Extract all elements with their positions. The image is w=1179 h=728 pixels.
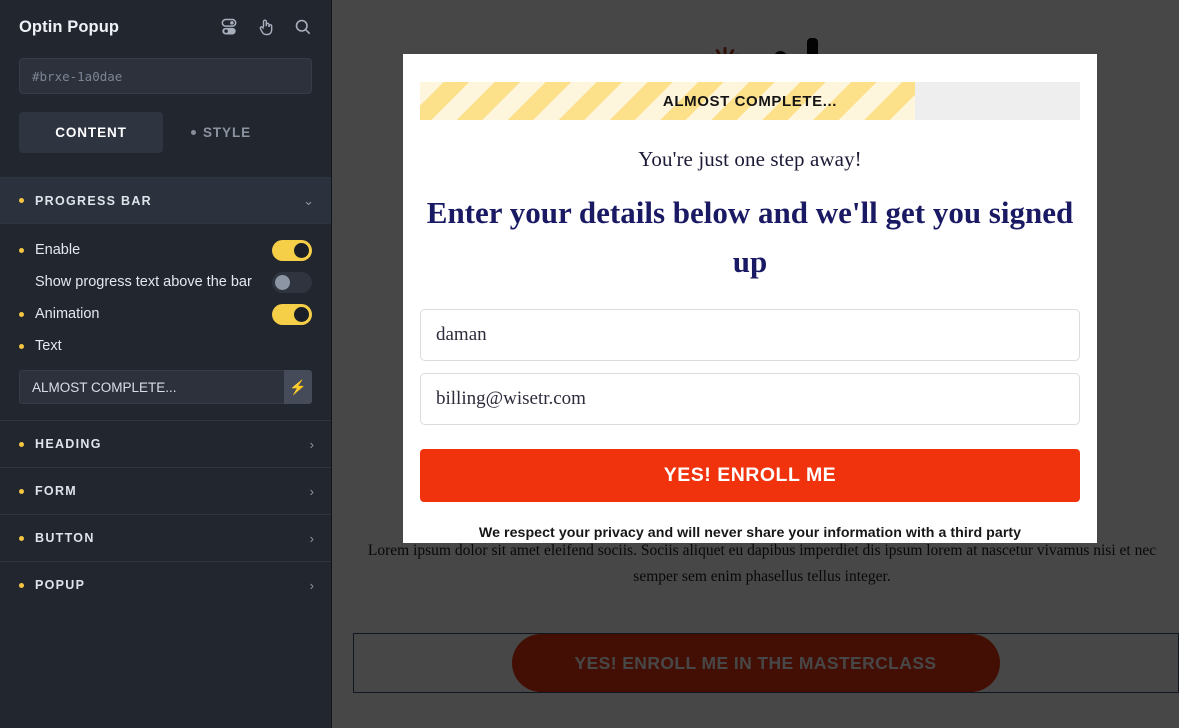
privacy-note: We respect your privacy and will never s… [478, 525, 1022, 541]
toggle-animation[interactable] [272, 303, 312, 325]
control-label-animation: Animation [35, 306, 100, 322]
settings-sidebar: Optin Popup #brxe-1a0dae CONTENT STYLE P… [0, 0, 332, 728]
section-label-button: BUTTON [35, 531, 95, 545]
section-label-heading: HEADING [35, 437, 102, 451]
section-dot-form [19, 488, 24, 494]
popup-inner: ALMOST COMPLETE... You're just one step … [403, 54, 1097, 541]
control-label-enable: Enable [35, 242, 81, 258]
section-dot-popup [19, 582, 24, 588]
name-input[interactable]: daman [420, 309, 1080, 361]
section-dot-button [19, 535, 24, 541]
tab-style[interactable]: STYLE [163, 112, 251, 153]
progress-bar-text: ALMOST COMPLETE... [662, 92, 838, 110]
control-dot-text [19, 343, 24, 349]
section-label-progress-bar: PROGRESS BAR [35, 193, 153, 208]
toggle-knob [294, 242, 309, 258]
panel-tabs: CONTENT STYLE [0, 94, 331, 153]
toggle-show-progress-text[interactable] [272, 271, 312, 293]
tab-style-label: STYLE [203, 125, 252, 140]
control-row-animation: Animation [19, 298, 312, 330]
control-dot-animation [19, 311, 24, 317]
element-id-field[interactable]: #brxe-1a0dae [19, 58, 312, 94]
progress-bar: ALMOST COMPLETE... [420, 82, 1080, 120]
popup-subheading: You're just one step away! [638, 147, 862, 171]
tab-style-dot [191, 130, 196, 135]
email-input[interactable]: billing@wisetr.com [420, 373, 1080, 425]
pointer-hand-icon[interactable] [256, 17, 276, 37]
toggle-settings-icon[interactable] [219, 17, 239, 37]
control-label-show-progress-text: Show progress text above the bar [35, 274, 252, 290]
section-label-popup: POPUP [35, 578, 86, 592]
section-label-form: FORM [35, 484, 77, 498]
toggle-knob [294, 306, 309, 322]
section-header-popup[interactable]: POPUP › [0, 561, 331, 608]
panel-title: Optin Popup [19, 17, 120, 36]
control-row-enable: Enable [19, 234, 312, 266]
element-id-wrapper: #brxe-1a0dae [0, 54, 331, 94]
chevron-right-icon: › [309, 436, 314, 452]
control-row-text: Text [19, 330, 312, 362]
progress-text-input[interactable]: ALMOST COMPLETE... [19, 370, 284, 404]
sidebar-icon-group [219, 17, 313, 37]
control-text-input-row: ALMOST COMPLETE... ⚡ [19, 370, 312, 404]
section-body-progress-bar: Enable Show progress text above the bar … [0, 224, 331, 420]
sidebar-topbar: Optin Popup [0, 0, 331, 54]
app-root: Optin Popup #brxe-1a0dae CONTENT STYLE P… [0, 0, 1179, 728]
toggle-knob [275, 274, 290, 290]
tab-content-label: CONTENT [55, 125, 127, 140]
chevron-right-icon: › [309, 483, 314, 499]
control-label-text: Text [35, 338, 62, 354]
control-dot-enable [19, 247, 24, 253]
settings-accordion: PROGRESS BAR ⌄ Enable Show progress text… [0, 177, 331, 608]
section-dot-progress-bar [19, 198, 24, 203]
section-header-progress-bar[interactable]: PROGRESS BAR ⌄ [0, 177, 331, 224]
tab-content[interactable]: CONTENT [19, 112, 163, 153]
chevron-right-icon: › [309, 577, 314, 593]
page-canvas: Lorem ipsum dolor sit amet eleifend soci… [332, 0, 1179, 728]
chevron-right-icon: › [309, 530, 314, 546]
section-dot-heading [19, 441, 24, 447]
section-header-form[interactable]: FORM › [0, 467, 331, 514]
lightning-dynamic-data-icon[interactable]: ⚡ [284, 370, 312, 404]
control-row-show-progress-text: Show progress text above the bar [19, 266, 312, 298]
optin-popup: ALMOST COMPLETE... You're just one step … [403, 54, 1097, 543]
toggle-enable[interactable] [272, 239, 312, 261]
search-icon[interactable] [293, 17, 313, 37]
section-header-button[interactable]: BUTTON › [0, 514, 331, 561]
section-header-heading[interactable]: HEADING › [0, 420, 331, 467]
submit-button[interactable]: YES! ENROLL ME [420, 449, 1080, 502]
chevron-down-icon: ⌄ [303, 193, 314, 208]
popup-heading: Enter your details below and we'll get y… [426, 195, 1074, 279]
